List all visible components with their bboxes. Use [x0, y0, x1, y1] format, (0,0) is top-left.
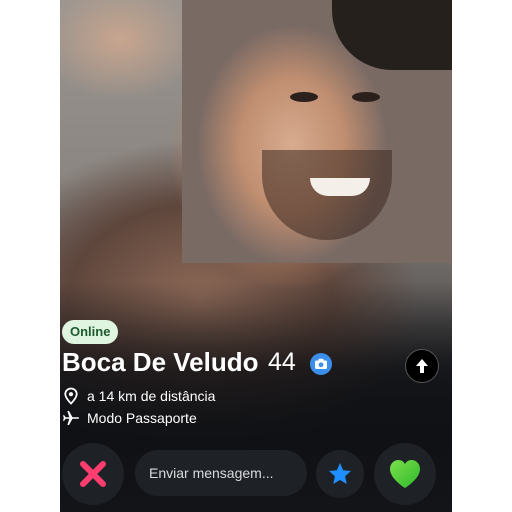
profile-card: Online Boca De Veludo 44 a 14 km de dist…: [60, 0, 452, 512]
dislike-button[interactable]: [62, 443, 124, 505]
superlike-button[interactable]: [316, 450, 364, 498]
x-icon: [80, 461, 106, 487]
star-icon: [329, 463, 351, 484]
like-button[interactable]: [374, 443, 436, 505]
camera-icon[interactable]: [310, 353, 332, 375]
heart-icon: [390, 460, 420, 488]
expand-profile-button[interactable]: [405, 349, 439, 383]
photo-gradient-overlay: [60, 0, 452, 512]
distance-row: a 14 km de distância: [62, 386, 215, 406]
profile-age: 44: [268, 348, 296, 376]
mode-text: Modo Passaporte: [87, 410, 197, 426]
distance-text: a 14 km de distância: [87, 388, 216, 404]
action-bar: Enviar mensagem...: [60, 440, 452, 512]
online-status-badge: Online: [62, 320, 119, 344]
message-input[interactable]: Enviar mensagem...: [135, 450, 307, 496]
location-pin-icon: [64, 387, 78, 405]
profile-name: Boca De Veludo: [62, 347, 259, 377]
airplane-icon: [63, 411, 80, 425]
mode-row: Modo Passaporte: [62, 408, 197, 428]
arrow-up-icon: [416, 359, 428, 373]
